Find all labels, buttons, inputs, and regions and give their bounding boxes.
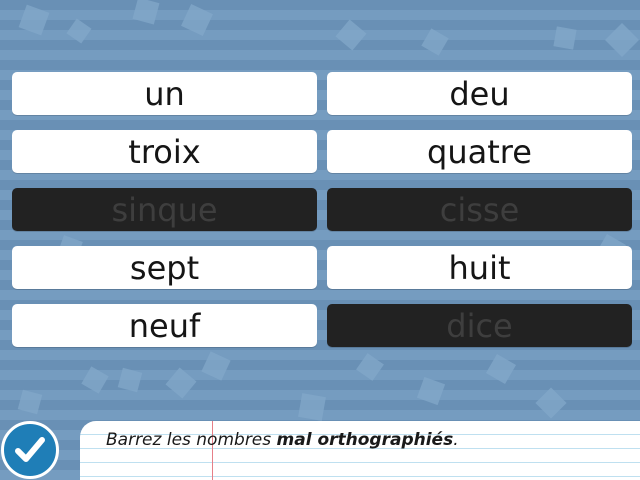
instruction-suffix: . — [453, 430, 459, 450]
word-tile[interactable]: huit — [327, 246, 632, 289]
word-tile[interactable]: troix — [12, 130, 317, 173]
background-decoration — [298, 393, 326, 421]
background-decoration — [335, 19, 367, 51]
word-grid: un deu troix quatre sinque cisse sept hu… — [12, 72, 632, 347]
word-tile[interactable]: sinque — [12, 188, 317, 231]
word-tile[interactable]: quatre — [327, 130, 632, 173]
instruction-emphasis: mal orthographiés — [276, 430, 454, 450]
background-decoration — [356, 353, 384, 381]
background-decoration — [132, 0, 160, 25]
instruction-panel: Barrez les nombres mal orthographiés. — [80, 421, 640, 480]
background-decoration — [18, 4, 50, 36]
background-decoration — [165, 367, 197, 399]
background-decoration — [201, 351, 231, 381]
background-decoration — [66, 18, 92, 44]
background-decoration — [181, 4, 213, 36]
word-tile[interactable]: dice — [327, 304, 632, 347]
word-tile[interactable]: neuf — [12, 304, 317, 347]
background-decoration — [81, 366, 109, 394]
word-tile[interactable]: sept — [12, 246, 317, 289]
background-decoration — [421, 28, 449, 56]
word-tile[interactable]: deu — [327, 72, 632, 115]
word-tile[interactable]: un — [12, 72, 317, 115]
validate-button[interactable] — [1, 421, 59, 479]
word-tile[interactable]: cisse — [327, 188, 632, 231]
background-decoration — [117, 367, 143, 393]
background-decoration — [416, 376, 446, 406]
background-decoration — [17, 389, 43, 415]
background-decoration — [605, 23, 639, 57]
instruction-prefix: Barrez les nombres — [106, 430, 277, 450]
instruction-text: Barrez les nombres mal orthographiés. — [106, 430, 459, 450]
background-decoration — [535, 387, 567, 419]
checkmark-icon — [15, 437, 45, 462]
background-decoration — [485, 353, 517, 385]
background-decoration — [553, 26, 577, 50]
